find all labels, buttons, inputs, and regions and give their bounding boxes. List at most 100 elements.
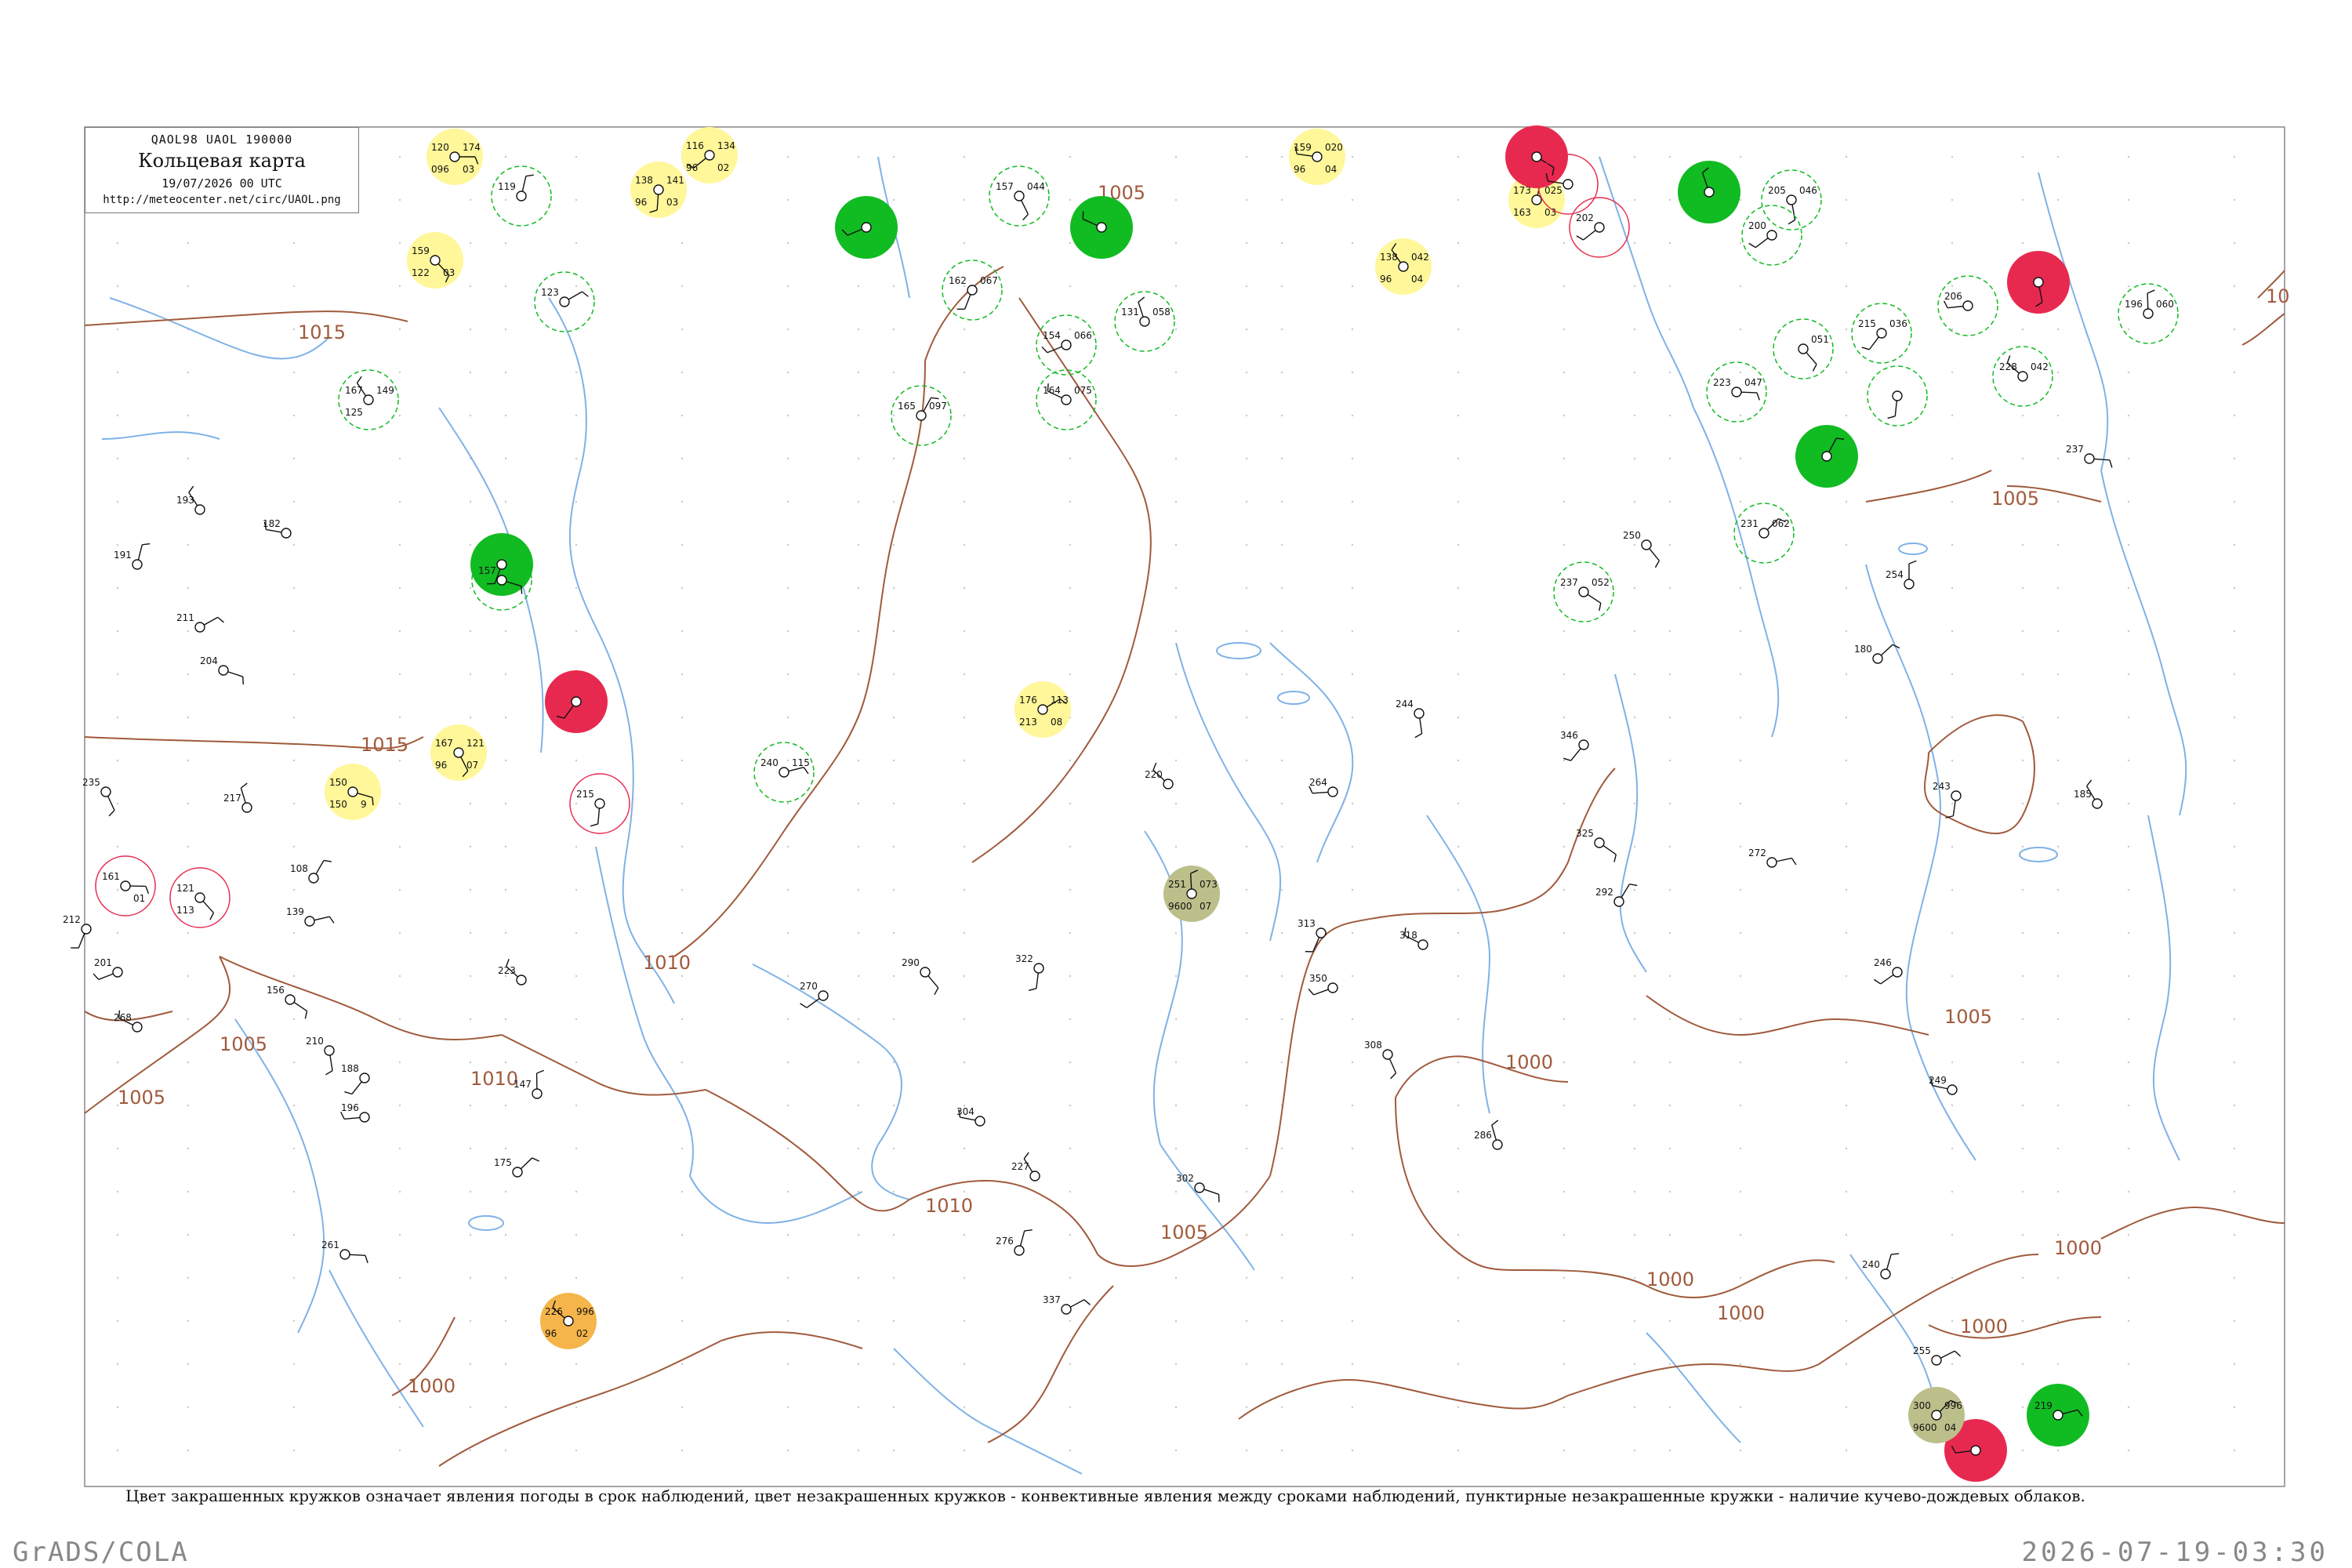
station-temperature: 304: [956, 1106, 975, 1117]
station-circle: [1563, 179, 1573, 190]
station-circle: [347, 786, 358, 797]
station-circle: [1029, 1171, 1040, 1181]
station-temperature: 196: [2125, 299, 2143, 310]
map-datetime: 19/07/2026 00 UTC: [162, 176, 282, 191]
station-dewpoint: 96: [545, 1328, 557, 1339]
station-temperature: 159: [412, 245, 430, 256]
station-pressure: 042: [2031, 361, 2049, 372]
legend-caption: Цвет закрашенных кружков означает явлени…: [125, 1486, 2085, 1505]
station-temperature: 116: [686, 140, 704, 151]
station-pressure: 044: [1027, 181, 1045, 192]
station-circle: [1414, 708, 1425, 719]
station-circle: [1531, 151, 1542, 162]
station-plot: [545, 670, 608, 733]
station-temperature: 243: [1933, 781, 1951, 792]
station-temperature: 157: [478, 565, 496, 576]
station-dewpoint: 9600: [1913, 1422, 1937, 1433]
station-circle: [1970, 1445, 1981, 1456]
isobar-label: 1005: [118, 1087, 165, 1109]
station-pressure: 134: [717, 140, 735, 151]
station-temperature: 185: [2074, 789, 2092, 800]
station-circle: [512, 1167, 523, 1178]
station-dewpoint: 125: [345, 407, 363, 418]
map-title: Кольцевая карта: [138, 150, 306, 172]
station-circle: [2143, 308, 2154, 319]
isobar-label: 1015: [298, 321, 346, 343]
station-circle: [218, 665, 229, 676]
station-circle: [359, 1073, 370, 1083]
isobar-label: 1010: [470, 1068, 518, 1090]
station-circle: [1594, 222, 1605, 233]
station-temperature: 231: [1740, 518, 1759, 529]
station-circle: [1759, 528, 1769, 539]
station-temperature: 201: [94, 957, 112, 968]
station-circle: [2092, 798, 2103, 809]
station-temperature: 240: [1862, 1259, 1880, 1270]
station-dewpoint: 096: [431, 164, 449, 175]
station-circle: [1578, 586, 1589, 597]
station-circle: [1061, 394, 1072, 405]
station-dewpoint: 96: [1380, 274, 1392, 285]
station-plot: 219: [2027, 1384, 2089, 1446]
station-temperature: 210: [306, 1036, 324, 1047]
station-temperature: 255: [1913, 1345, 1931, 1356]
station-circle: [916, 410, 927, 421]
station-circle: [2053, 1410, 2063, 1421]
station-plot: 138 042 96 04: [1375, 238, 1432, 295]
station-circle: [1613, 896, 1624, 907]
station-circle: [1766, 857, 1777, 868]
station-temperature: 217: [223, 793, 241, 804]
station-temperature: 322: [1015, 953, 1033, 964]
isobar-label: 10: [2266, 285, 2290, 307]
station-circle: [1821, 451, 1832, 462]
station-circle: [112, 967, 123, 978]
station-circle: [563, 1316, 574, 1327]
station-temperature: 138: [1380, 252, 1398, 263]
station-temperature: 164: [1043, 385, 1061, 396]
station-temperature: 223: [1713, 377, 1731, 388]
station-circle: [2017, 371, 2028, 382]
isobar-label: 1005: [1944, 1006, 1992, 1028]
isobar-label: 1005: [1991, 488, 2039, 510]
station-temperature: 175: [494, 1157, 512, 1168]
station-temperature: 272: [1748, 848, 1766, 858]
wind-barb-flag: [521, 586, 523, 594]
station-circle: [1492, 1139, 1503, 1150]
station-temperature: 147: [514, 1079, 532, 1090]
station-temperature: 219: [2034, 1400, 2053, 1411]
station-plot: [1070, 196, 1133, 259]
station-temperature: 191: [114, 550, 132, 561]
station-circle: [496, 575, 507, 586]
station-circle: [1766, 230, 1777, 241]
station-temperature: 176: [1019, 695, 1037, 706]
station-circle: [285, 994, 296, 1005]
station-circle: [1061, 1304, 1072, 1315]
station-circle: [194, 504, 205, 515]
station-temperature: 264: [1309, 777, 1327, 788]
station-pressure: 058: [1152, 307, 1171, 318]
station-pressure: 042: [1411, 252, 1429, 263]
station-pressure: 996: [1944, 1400, 1962, 1411]
station-temperature: 302: [1176, 1173, 1194, 1184]
footer-grads-label: GrADS/COLA: [13, 1537, 189, 1568]
wind-barb-flag: [242, 676, 244, 685]
station-temperature: 254: [1886, 569, 1904, 580]
station-pressure: 052: [1592, 577, 1610, 588]
station-circle: [449, 151, 460, 162]
station-circle: [1892, 390, 1903, 401]
isobar-label: 1000: [1960, 1316, 2008, 1338]
isobar-label: 1005: [220, 1033, 267, 1055]
station-circle: [1139, 316, 1150, 327]
station-circle: [594, 798, 605, 809]
station-plot: 116 134 96 02: [681, 127, 738, 183]
station-plot: 251 073 9600 07: [1163, 866, 1220, 922]
station-circle: [1951, 790, 1962, 801]
station-circle: [1892, 967, 1903, 978]
station-pressure: 066: [1074, 330, 1092, 341]
station-temperature: 162: [949, 275, 967, 286]
isobar-label: 1000: [408, 1375, 456, 1397]
station-plot: 159 020 96 04: [1289, 129, 1345, 185]
source-url[interactable]: http://meteocenter.net/circ/UAOL.png: [85, 194, 358, 206]
station-circle: [363, 394, 374, 405]
station-circle: [324, 1045, 335, 1056]
